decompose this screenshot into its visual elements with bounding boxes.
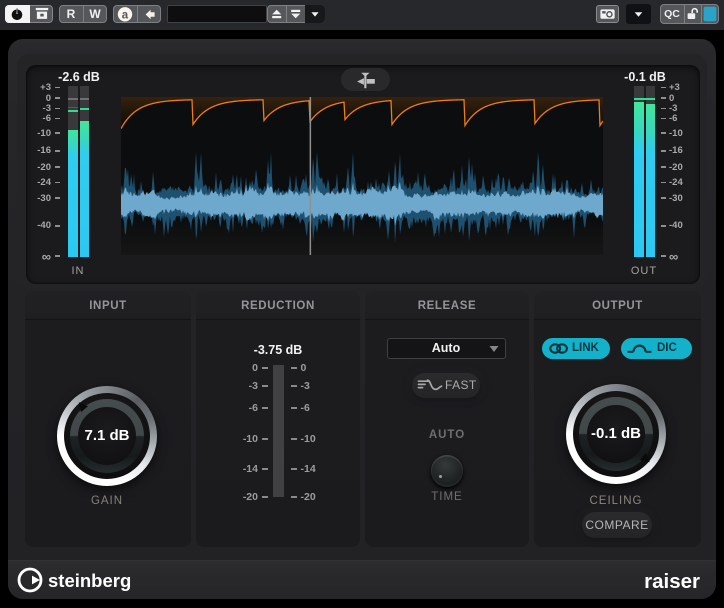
svg-text:a: a	[122, 9, 129, 21]
